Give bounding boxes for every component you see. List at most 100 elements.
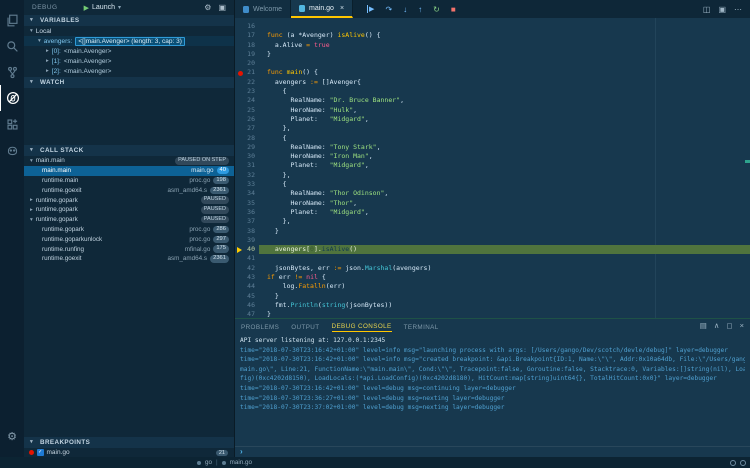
go-status-label[interactable]: go	[205, 459, 212, 466]
variable-row[interactable]: ▸ [0]: <main.Avenger>	[24, 46, 234, 56]
debug-icon[interactable]	[0, 85, 24, 111]
breakpoint-row[interactable]: ✓ main.go 21	[24, 448, 234, 457]
gutter[interactable]: 19	[235, 50, 259, 59]
code-line-text: log.Fatalln(err)	[267, 282, 346, 291]
close-tab-icon[interactable]: ×	[340, 5, 344, 12]
call-stack-section-header[interactable]: ▾ CALL STACK	[24, 145, 234, 156]
code-editor[interactable]: 16 17 func (a *Avenger) isAlive() {18 a.Al…	[235, 18, 750, 322]
stack-frame-row[interactable]: runtime.main proc.go 198	[24, 176, 234, 186]
gutter[interactable]: 33	[235, 180, 259, 189]
gutter[interactable]: 22	[235, 78, 259, 87]
gutter[interactable]: 29	[235, 143, 259, 152]
notifications-bell-icon[interactable]	[740, 459, 746, 466]
gutter[interactable]: 32	[235, 171, 259, 180]
breakpoint-icon[interactable]	[238, 70, 243, 76]
tab-main-go[interactable]: main.go ×	[291, 0, 354, 18]
step-out-icon[interactable]: ↑	[418, 5, 422, 14]
stack-frame-row[interactable]: runtime.goexit asm_amd64.s 2361	[24, 185, 234, 195]
clear-console-icon[interactable]: ▤	[700, 321, 707, 330]
configure-gear-icon[interactable]: ⚙	[204, 3, 211, 12]
breakpoint-checkbox[interactable]: ✓	[37, 449, 44, 456]
source-control-icon[interactable]	[0, 59, 24, 85]
panel-tab-problems[interactable]: PROBLEMS	[241, 324, 279, 332]
gutter[interactable]: 30	[235, 152, 259, 161]
more-actions-icon[interactable]: ⋯	[734, 5, 742, 14]
panel-tab-terminal[interactable]: TERMINAL	[404, 324, 439, 332]
search-icon[interactable]	[0, 33, 24, 59]
variable-value: <main.Avenger>	[63, 67, 112, 75]
stack-frame-row[interactable]: ▸ runtime.gopark PAUSED	[24, 205, 234, 215]
gutter[interactable]: 20	[235, 59, 259, 68]
stack-frame-row[interactable]: runtime.gopark proc.go 286	[24, 225, 234, 235]
gutter[interactable]: 16	[235, 22, 259, 31]
feedback-icon[interactable]	[730, 459, 736, 466]
stack-frame-row[interactable]: main.main main.go 40	[24, 165, 234, 176]
gutter[interactable]: 40	[235, 245, 259, 254]
gutter[interactable]: 25	[235, 106, 259, 115]
panel-tab-debug-console[interactable]: DEBUG CONSOLE	[331, 323, 392, 332]
variable-row[interactable]: ▸ [2]: <main.Avenger>	[24, 66, 234, 76]
gutter[interactable]: 35	[235, 199, 259, 208]
gutter[interactable]: 17	[235, 31, 259, 40]
file-status-label[interactable]: main.go	[230, 459, 252, 466]
variable-row[interactable]: ▸ [1]: <main.Avenger>	[24, 56, 234, 66]
editor-layout-icon[interactable]: ▣	[718, 5, 726, 14]
stack-frame-row[interactable]: runtime.runfing mfinal.go 175	[24, 244, 234, 254]
launch-config-picker[interactable]: ▶ Launch ▾	[84, 4, 121, 12]
stack-frame-row[interactable]: ▾ main.main PAUSED ON STEP	[24, 156, 234, 166]
gutter[interactable]: 43	[235, 273, 259, 282]
gutter[interactable]: 24	[235, 96, 259, 105]
settings-gear-icon[interactable]: ⚙	[0, 423, 24, 449]
restore-panel-icon[interactable]: ◻	[726, 321, 732, 330]
stack-frame-row[interactable]: ▸ runtime.gopark PAUSED	[24, 195, 234, 205]
stack-frame-row[interactable]: ▾ runtime.gopark PAUSED	[24, 215, 234, 225]
tab-welcome[interactable]: Welcome	[235, 0, 292, 18]
gutter[interactable]: 38	[235, 227, 259, 236]
gutter[interactable]: 42	[235, 264, 259, 273]
stop-icon[interactable]: ■	[451, 5, 456, 14]
gutter[interactable]: 18	[235, 41, 259, 50]
variable-row[interactable]: ▾ avengers: <[]main.Avenger> (length: 3, c…	[24, 36, 234, 46]
toggle-debug-console-icon[interactable]: ▣	[218, 3, 226, 12]
split-editor-icon[interactable]: ◫	[703, 5, 711, 14]
start-debugging-icon[interactable]: ▶	[84, 4, 89, 12]
variable-row[interactable]: ▾ Local	[24, 26, 234, 36]
gopher-icon[interactable]	[0, 137, 24, 163]
debug-console-output[interactable]: API server listening at: 127.0.0.1:2345 t…	[235, 332, 750, 448]
code-line: 18 a.Alive = true	[235, 41, 750, 50]
gutter[interactable]: 21	[235, 68, 259, 77]
restart-icon[interactable]: ↻	[433, 5, 440, 14]
gutter[interactable]: 39	[235, 236, 259, 245]
gutter[interactable]: 44	[235, 282, 259, 291]
gutter[interactable]: 37	[235, 217, 259, 226]
gutter[interactable]: 34	[235, 189, 259, 198]
gutter[interactable]: 41	[235, 254, 259, 263]
code-line-text: Planet: "Midgard",	[267, 161, 369, 170]
continue-icon[interactable]: ▶	[367, 5, 374, 13]
stack-frame-row[interactable]: runtime.goparkunlock proc.go 297	[24, 234, 234, 244]
gutter[interactable]: 26	[235, 115, 259, 124]
explorer-icon[interactable]	[0, 7, 24, 33]
gutter[interactable]: 46	[235, 301, 259, 310]
debug-toolbar: ▶ ↷ ↓ ↑ ↻ ■	[367, 0, 456, 18]
maximize-panel-icon[interactable]: ∧	[714, 321, 720, 330]
variables-section-header[interactable]: ▾ VARIABLES	[24, 15, 234, 26]
gutter[interactable]: 45	[235, 292, 259, 301]
stack-frame-row[interactable]: runtime.goexit asm_amd64.s 2361	[24, 254, 234, 264]
code-line: 29 RealName: "Tony Stark",	[235, 143, 750, 152]
gutter[interactable]: 23	[235, 87, 259, 96]
console-line: time="2018-07-30T23:16:42+01:00" level=i…	[240, 346, 728, 354]
gutter[interactable]: 31	[235, 161, 259, 170]
gutter[interactable]: 36	[235, 208, 259, 217]
close-panel-icon[interactable]: ×	[740, 321, 744, 330]
breakpoints-section-header[interactable]: ▾ BREAKPOINTS	[24, 437, 234, 448]
step-over-icon[interactable]: ↷	[385, 5, 392, 14]
step-into-icon[interactable]: ↓	[403, 5, 407, 14]
watch-section-header[interactable]: ▾ WATCH	[24, 77, 234, 88]
code-line-text: },	[267, 124, 291, 133]
debug-console-input[interactable]: ›	[235, 446, 750, 457]
extensions-icon[interactable]	[0, 111, 24, 137]
gutter[interactable]: 28	[235, 134, 259, 143]
gutter[interactable]: 27	[235, 124, 259, 133]
panel-tab-output[interactable]: OUTPUT	[291, 324, 319, 332]
